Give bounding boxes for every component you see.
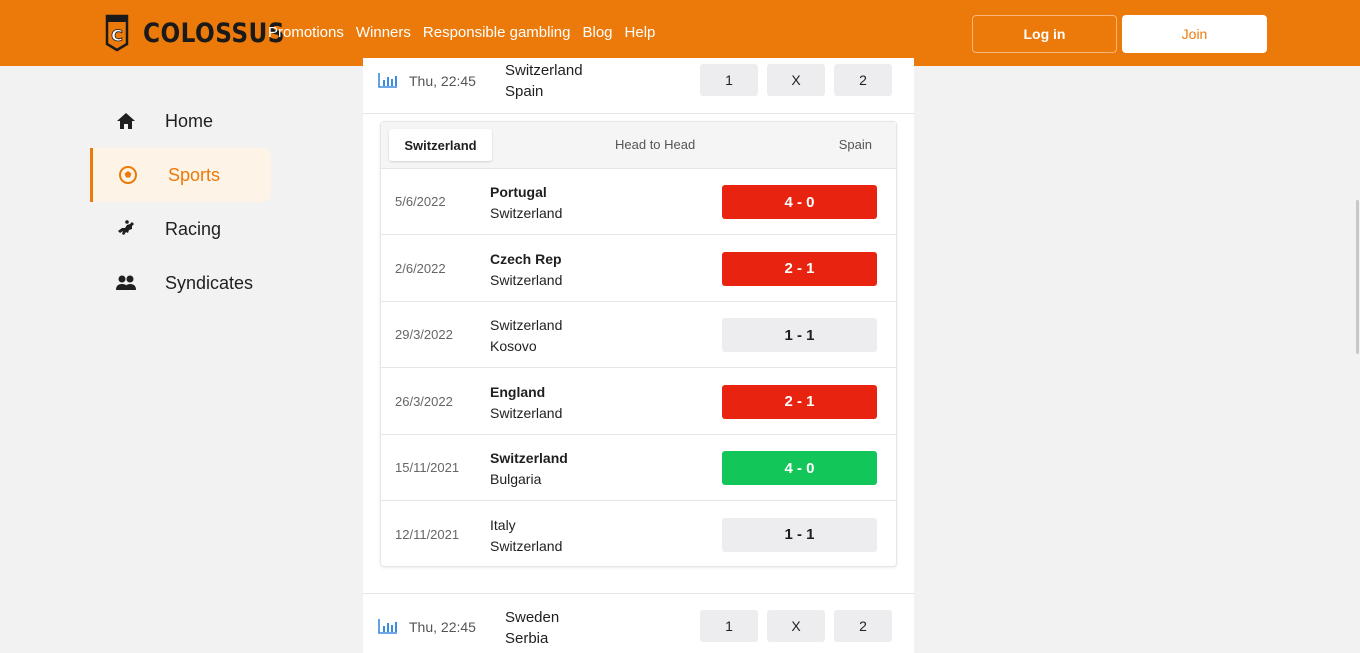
score-badge: 4 - 0	[722, 185, 877, 219]
team-two: Switzerland	[490, 404, 563, 421]
away-team: Spain	[505, 83, 544, 100]
h2h-row: 12/11/2021 Italy Switzerland 1 - 1	[381, 502, 896, 568]
tab-home-team[interactable]: Switzerland	[389, 129, 492, 161]
sidebar-item-syndicates[interactable]: Syndicates	[90, 256, 271, 310]
score-badge: 2 - 1	[722, 384, 877, 419]
divider	[363, 593, 914, 594]
soccer-ball-icon	[119, 166, 137, 184]
odd-home-button[interactable]: 1	[700, 64, 758, 96]
h2h-row: 2/6/2022 Czech Rep Switzerland 2 - 1	[381, 236, 896, 302]
nav-responsible-gambling[interactable]: Responsible gambling	[423, 24, 571, 41]
divider	[363, 113, 914, 114]
nav-winners[interactable]: Winners	[356, 24, 411, 41]
team-one: Switzerland	[490, 317, 563, 333]
nav-blog[interactable]: Blog	[582, 24, 612, 41]
match-date: 26/3/2022	[395, 393, 453, 409]
odd-away-button[interactable]: 2	[834, 610, 892, 642]
sidebar-item-home[interactable]: Home	[90, 94, 271, 148]
score-badge: 1 - 1	[722, 517, 877, 552]
brand-name: COLOSSUS	[143, 17, 285, 49]
team-one: Czech Rep	[490, 250, 562, 267]
odd-draw-button[interactable]: X	[767, 64, 825, 96]
team-two: Kosovo	[490, 338, 537, 354]
sidebar-item-racing[interactable]: Racing	[90, 202, 271, 256]
top-header: C COLOSSUS Promotions Winners Responsibl…	[0, 0, 1360, 66]
nav-promotions[interactable]: Promotions	[268, 24, 344, 41]
match-date: 2/6/2022	[395, 260, 446, 276]
sidebar-label: Sports	[168, 165, 221, 185]
head-to-head-card: Switzerland Head to Head Spain 5/6/2022 P…	[380, 121, 897, 567]
horse-racing-icon	[118, 220, 134, 235]
match-row[interactable]: Thu, 22:45 Sweden Serbia 1 X 2	[363, 597, 914, 653]
users-icon	[116, 275, 136, 290]
svg-text:C: C	[111, 26, 123, 45]
team-two: Switzerland	[490, 537, 563, 554]
match-time: Thu, 22:45	[409, 73, 476, 89]
match-time: Thu, 22:45	[409, 619, 476, 635]
join-button[interactable]: Join	[1122, 15, 1267, 53]
sidebar-label: Racing	[165, 219, 222, 239]
sidebar-item-sports[interactable]: Sports	[90, 148, 271, 202]
stats-chart-icon[interactable]	[378, 618, 398, 634]
tab-away-team[interactable]: Spain	[839, 137, 872, 152]
match-date: 5/6/2022	[395, 194, 446, 209]
score-badge: 4 - 0	[722, 451, 877, 485]
home-icon	[117, 113, 135, 129]
stats-chart-icon[interactable]	[378, 72, 398, 88]
team-two: Bulgaria	[490, 471, 542, 487]
logo-shield-icon: C	[105, 14, 129, 52]
match-date: 29/3/2022	[395, 327, 453, 342]
h2h-row: 15/11/2021 Switzerland Bulgaria 4 - 0	[381, 435, 896, 501]
team-two: Switzerland	[490, 271, 563, 288]
sidebar-label: Syndicates	[165, 273, 254, 293]
h2h-row: 26/3/2022 England Switzerland 2 - 1	[381, 369, 896, 435]
sidebar-label: Home	[165, 111, 214, 131]
h2h-row: 29/3/2022 Switzerland Kosovo 1 - 1	[381, 302, 896, 368]
odd-away-button[interactable]: 2	[834, 64, 892, 96]
page-scrollbar[interactable]	[1356, 200, 1359, 354]
score-badge: 2 - 1	[722, 251, 877, 286]
team-one: Italy	[490, 516, 516, 533]
odd-home-button[interactable]: 1	[700, 610, 758, 642]
home-team: Sweden	[505, 609, 560, 626]
tab-head-to-head[interactable]: Head to Head	[615, 137, 695, 152]
odd-draw-button[interactable]: X	[767, 610, 825, 642]
main-nav: Promotions Winners Responsible gambling …	[268, 24, 655, 41]
team-one: Switzerland	[490, 450, 568, 466]
h2h-row: 5/6/2022 Portugal Switzerland 4 - 0	[381, 169, 896, 235]
team-one: England	[490, 383, 546, 400]
match-date: 15/11/2021	[395, 460, 460, 475]
score-badge: 1 - 1	[722, 318, 877, 352]
login-button[interactable]: Log in	[972, 15, 1117, 53]
match-date: 12/11/2021	[395, 526, 460, 542]
match-row[interactable]: Thu, 22:45 Switzerland Spain 1 X 2	[363, 58, 914, 114]
away-team: Serbia	[505, 630, 549, 647]
h2h-tabs: Switzerland Head to Head Spain	[381, 122, 896, 169]
nav-help[interactable]: Help	[625, 24, 656, 41]
team-one: Portugal	[490, 184, 547, 200]
home-team: Switzerland	[505, 62, 583, 79]
team-two: Switzerland	[490, 205, 563, 221]
